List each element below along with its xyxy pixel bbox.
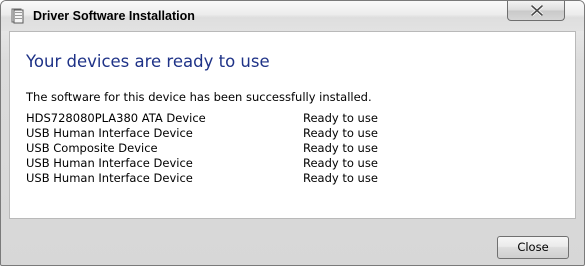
device-name: USB Human Interface Device — [26, 156, 193, 170]
content-panel: Your devices are ready to use The softwa… — [9, 31, 576, 219]
dialog-footer: Close — [1, 219, 584, 265]
device-name: USB Human Interface Device — [26, 171, 193, 185]
device-status: Ready to use — [303, 141, 378, 155]
title-bar[interactable]: Driver Software Installation — [1, 1, 584, 31]
list-item: USB Human Interface Device Ready to use — [26, 126, 546, 141]
driver-install-icon — [11, 8, 25, 24]
status-message: The software for this device has been su… — [26, 90, 372, 104]
close-icon — [531, 5, 543, 16]
close-button[interactable]: Close — [497, 236, 569, 259]
device-status: Ready to use — [303, 156, 378, 170]
page-title: Your devices are ready to use — [26, 52, 270, 71]
list-item: USB Human Interface Device Ready to use — [26, 156, 546, 171]
list-item: USB Composite Device Ready to use — [26, 141, 546, 156]
device-list: HDS728080PLA380 ATA Device Ready to use … — [26, 111, 546, 186]
device-name: HDS728080PLA380 ATA Device — [26, 111, 206, 125]
window-title: Driver Software Installation — [33, 9, 195, 23]
device-status: Ready to use — [303, 111, 378, 125]
device-name: USB Human Interface Device — [26, 126, 193, 140]
list-item: HDS728080PLA380 ATA Device Ready to use — [26, 111, 546, 126]
device-status: Ready to use — [303, 126, 378, 140]
device-status: Ready to use — [303, 171, 378, 185]
list-item: USB Human Interface Device Ready to use — [26, 171, 546, 186]
device-name: USB Composite Device — [26, 141, 158, 155]
driver-install-dialog: Driver Software Installation Your device… — [0, 0, 585, 266]
window-close-button[interactable] — [507, 1, 565, 21]
